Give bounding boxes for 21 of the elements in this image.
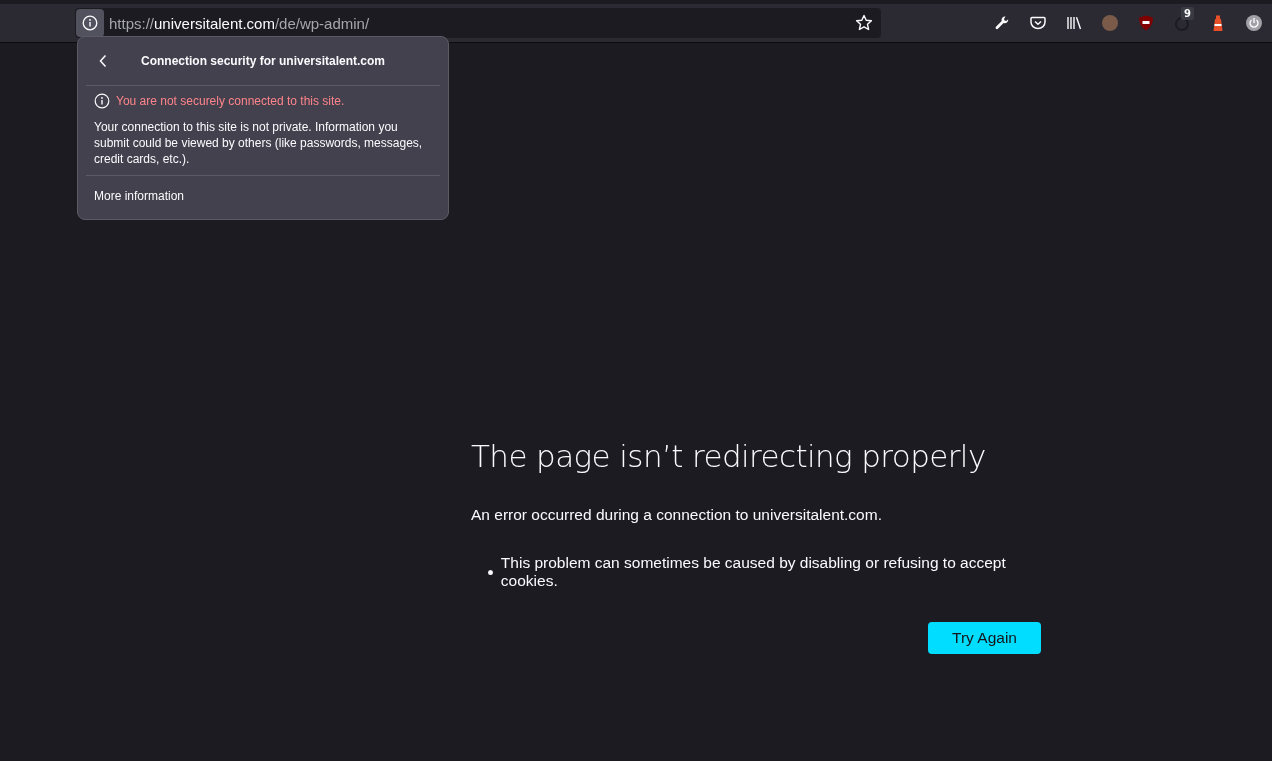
security-warning: You are not securely connected to this site. xyxy=(116,94,345,108)
info-icon xyxy=(82,15,98,31)
try-again-button[interactable]: Try Again xyxy=(928,622,1041,654)
address-bar[interactable]: https://universitalent.com/de/wp-admin/ xyxy=(75,8,881,38)
bookmark-star-icon[interactable] xyxy=(855,14,873,32)
pocket-icon[interactable] xyxy=(1029,14,1047,32)
bullet-text: This problem can sometimes be caused by disabling or refusing to accept cookies. xyxy=(500,554,1007,590)
info-icon xyxy=(94,93,110,109)
more-information-item[interactable]: More information xyxy=(86,186,193,206)
error-title: The page isn’t redirecting properly xyxy=(471,438,987,474)
security-description: Your connection to this site is not private. Information you submit could be viewed by others (like passwords, messages, credit cards, etc.). xyxy=(94,119,424,167)
power-icon[interactable] xyxy=(1245,14,1263,32)
site-info-button[interactable] xyxy=(76,9,104,37)
wrench-icon[interactable] xyxy=(993,14,1011,32)
count-badge: 9 xyxy=(1181,7,1194,20)
bullet-icon xyxy=(488,569,493,575)
library-icon[interactable] xyxy=(1065,14,1083,32)
url-text[interactable]: https://universitalent.com/de/wp-admin/ xyxy=(109,14,370,32)
shield-icon[interactable] xyxy=(1137,14,1155,32)
error-message: An error occurred during a connection to universitalent.com. xyxy=(471,506,883,524)
popup-title: Connection security for universitalent.com xyxy=(140,54,386,68)
